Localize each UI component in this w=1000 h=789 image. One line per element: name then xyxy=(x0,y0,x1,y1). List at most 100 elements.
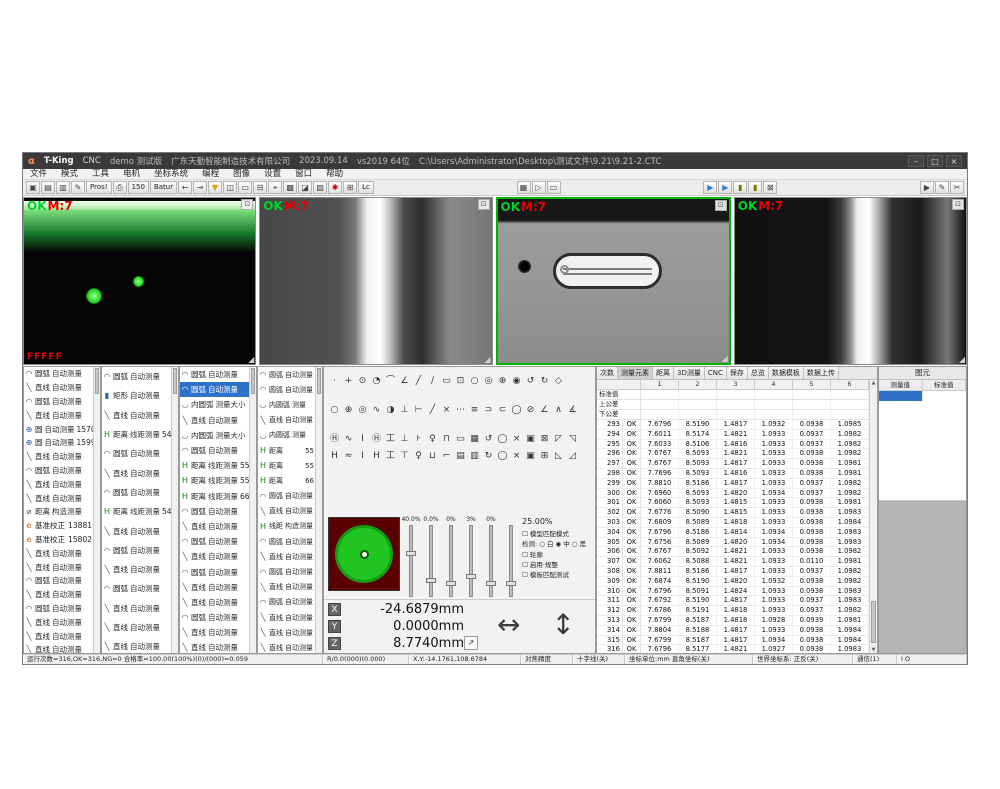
result-row[interactable]: 301OK7.60608.50931.48151.09330.09381.098… xyxy=(597,498,877,508)
toolbar-button-28[interactable]: ▮ xyxy=(733,181,747,194)
measure-list-item[interactable]: ◡内圆弧测量 xyxy=(258,397,315,412)
slider-thumb[interactable] xyxy=(506,581,516,586)
measure-list-item[interactable]: ╲直线自动测量 xyxy=(102,618,171,637)
result-row[interactable]: 310OK7.67968.50911.48241.09330.09381.098… xyxy=(597,587,877,597)
tolerance-cell[interactable] xyxy=(679,400,717,409)
table-tab-6[interactable]: 总览 xyxy=(748,367,769,379)
maximize-button[interactable]: □ xyxy=(927,155,943,167)
toolbar-button-27[interactable]: ▶ xyxy=(718,181,732,194)
camera-3-corner-controls[interactable]: ⊡ xyxy=(715,200,727,211)
toolbar-button-17[interactable]: ▨ xyxy=(313,181,327,194)
tolerance-cell[interactable] xyxy=(793,410,831,419)
measure-tool-icon[interactable]: ⊕ xyxy=(342,404,355,417)
measure-list-item[interactable]: ⌀距离构造测量 xyxy=(24,505,93,519)
toolbar-button-24[interactable]: ▭ xyxy=(547,181,561,194)
toolbar-button-32[interactable]: ▶ xyxy=(920,181,934,194)
measure-list-item[interactable]: ╲直线自动测量 xyxy=(24,615,93,629)
measure-tool-icon[interactable]: ⊂ xyxy=(496,404,509,417)
standard-value-cell[interactable] xyxy=(922,391,966,401)
list-2-scrollbar[interactable] xyxy=(171,367,178,653)
toolbar-button-2[interactable]: ▥ xyxy=(56,181,70,194)
measure-tool-icon[interactable]: ⊘ xyxy=(524,404,537,417)
measure-list-item[interactable]: ◠圆弧自动测量 xyxy=(258,534,315,549)
tolerance-cell[interactable] xyxy=(831,410,869,419)
measure-tool-icon[interactable]: 工 xyxy=(384,433,397,446)
result-row[interactable]: 295OK7.60338.51061.48161.09330.09371.098… xyxy=(597,440,877,450)
measure-tool-icon[interactable]: ⌒ xyxy=(384,375,397,388)
measure-tool-icon[interactable]: ▦ xyxy=(468,433,481,446)
measure-list-item[interactable]: H线距构造测量 xyxy=(258,519,315,534)
table-tab-5[interactable]: 保存 xyxy=(727,367,748,379)
measure-tool-icon[interactable]: ⊦ xyxy=(412,433,425,446)
toolbar-button-14[interactable]: ⌖ xyxy=(268,181,282,194)
tolerance-cell[interactable] xyxy=(641,390,679,399)
tolerance-cell[interactable] xyxy=(717,390,755,399)
measure-list-item[interactable]: ╲直线自动测量 xyxy=(102,637,171,653)
result-row[interactable]: 297OK7.67678.50931.48171.09330.09381.098… xyxy=(597,459,877,469)
measure-list-item[interactable]: ╲直线自动测量 xyxy=(180,580,249,595)
menu-item-1[interactable]: 模式 xyxy=(54,169,85,179)
measure-list-item[interactable]: e基准校正15802 xyxy=(24,533,93,547)
scroll-up-icon[interactable]: ▲ xyxy=(870,380,877,386)
result-row[interactable]: 305OK7.67568.50891.48201.09340.09381.098… xyxy=(597,538,877,548)
selected-value-cell[interactable] xyxy=(879,391,922,401)
table-tab-1[interactable]: 测量元素 xyxy=(618,367,653,379)
measure-tool-icon[interactable]: ╱ xyxy=(412,375,425,388)
toolbar-button-7[interactable]: Batur xyxy=(150,181,177,194)
measure-tool-icon[interactable]: ↻ xyxy=(538,375,551,388)
result-row[interactable]: 303OK7.68098.50891.48181.09330.09381.098… xyxy=(597,518,877,528)
jog-horizontal-arrow[interactable]: ↔ xyxy=(497,610,520,640)
table-tab-2[interactable]: 距离 xyxy=(653,367,674,379)
measure-tool-icon[interactable]: ◯ xyxy=(496,433,509,446)
measure-tool-icon[interactable]: ↺ xyxy=(482,433,495,446)
measure-list-item[interactable]: ◠圆弧自动测量 xyxy=(258,564,315,579)
measure-list-item[interactable]: ╲直线自动测量 xyxy=(102,560,171,579)
measure-list-item[interactable]: ╲直线自动测量 xyxy=(258,549,315,564)
measure-tool-icon[interactable]: ∠ xyxy=(538,404,551,417)
result-row[interactable]: 299OK7.88108.51861.48171.09330.09371.098… xyxy=(597,479,877,489)
menu-item-0[interactable]: 文件 xyxy=(23,169,54,179)
measure-list-item[interactable]: ◡内圆弧测量大小 xyxy=(180,397,249,412)
tolerance-cell[interactable] xyxy=(831,400,869,409)
tolerance-cell[interactable] xyxy=(679,390,717,399)
measure-list-item[interactable]: ╲直线自动测量 xyxy=(258,640,315,653)
toolbar-button-29[interactable]: ▮ xyxy=(748,181,762,194)
slider-track[interactable] xyxy=(509,525,513,597)
measure-tool-icon[interactable]: ∕ xyxy=(426,375,439,388)
result-row[interactable]: 311OK7.67928.51901.48171.09330.09371.098… xyxy=(597,596,877,606)
measure-list-item[interactable]: ◠圆弧自动测量 xyxy=(180,367,249,382)
measure-tool-icon[interactable]: ◎ xyxy=(356,404,369,417)
measure-list-item[interactable]: H距离线距测量66 xyxy=(180,489,249,504)
slider-thumb[interactable] xyxy=(486,581,496,586)
measure-list-item[interactable]: ╲直线自动测量 xyxy=(24,629,93,643)
measure-list-item[interactable]: ╲直线自动测量 xyxy=(258,504,315,519)
measure-tool-icon[interactable]: 工 xyxy=(384,450,397,463)
measure-list-item[interactable]: ◠圆弧自动测量 xyxy=(24,395,93,409)
result-row[interactable]: 304OK7.67968.51861.48141.09340.09381.098… xyxy=(597,528,877,538)
result-row[interactable]: 296OK7.67678.50931.48211.09330.09381.098… xyxy=(597,449,877,459)
slider-thumb[interactable] xyxy=(406,551,416,556)
scrollbar-thumb[interactable] xyxy=(317,368,321,394)
measure-list-item[interactable]: ╲直线自动测量 xyxy=(180,625,249,640)
tolerance-cell[interactable] xyxy=(793,400,831,409)
toolbar-button-22[interactable]: ▦ xyxy=(517,181,531,194)
tolerance-cell[interactable] xyxy=(831,390,869,399)
detect-option-0[interactable]: ☐ 模型匹配模式 xyxy=(522,529,591,539)
measure-list-item[interactable]: ╲直线自动测量 xyxy=(258,413,315,428)
measure-list-item[interactable]: ╲直线自动测量 xyxy=(24,450,93,464)
measure-list-item[interactable]: ╲直线自动测量 xyxy=(180,519,249,534)
measure-list-item[interactable]: ◠圆弧自动测量 xyxy=(24,574,93,588)
measure-tool-icon[interactable]: ⌐ xyxy=(440,450,453,463)
camera-1-corner-controls[interactable]: ⊡ xyxy=(241,199,253,210)
measure-tool-icon[interactable]: ▭ xyxy=(440,375,453,388)
scrollbar-thumb[interactable] xyxy=(173,368,177,394)
measure-list-item[interactable]: ◠圆弧自动测量 xyxy=(102,367,171,386)
measure-list-item[interactable]: ⊕圆自动测量15994 xyxy=(24,436,93,450)
measure-tool-icon[interactable]: H xyxy=(370,450,383,463)
measure-tool-icon[interactable]: ♀ xyxy=(412,450,425,463)
measure-tool-icon[interactable]: × xyxy=(510,433,523,446)
measure-tool-icon[interactable]: ▣ xyxy=(524,450,537,463)
slider-track[interactable] xyxy=(469,525,473,597)
detect-option-2[interactable]: ☐ 轮廓 xyxy=(522,550,591,560)
result-row[interactable]: 300OK7.69608.50931.48201.09340.09371.098… xyxy=(597,489,877,499)
